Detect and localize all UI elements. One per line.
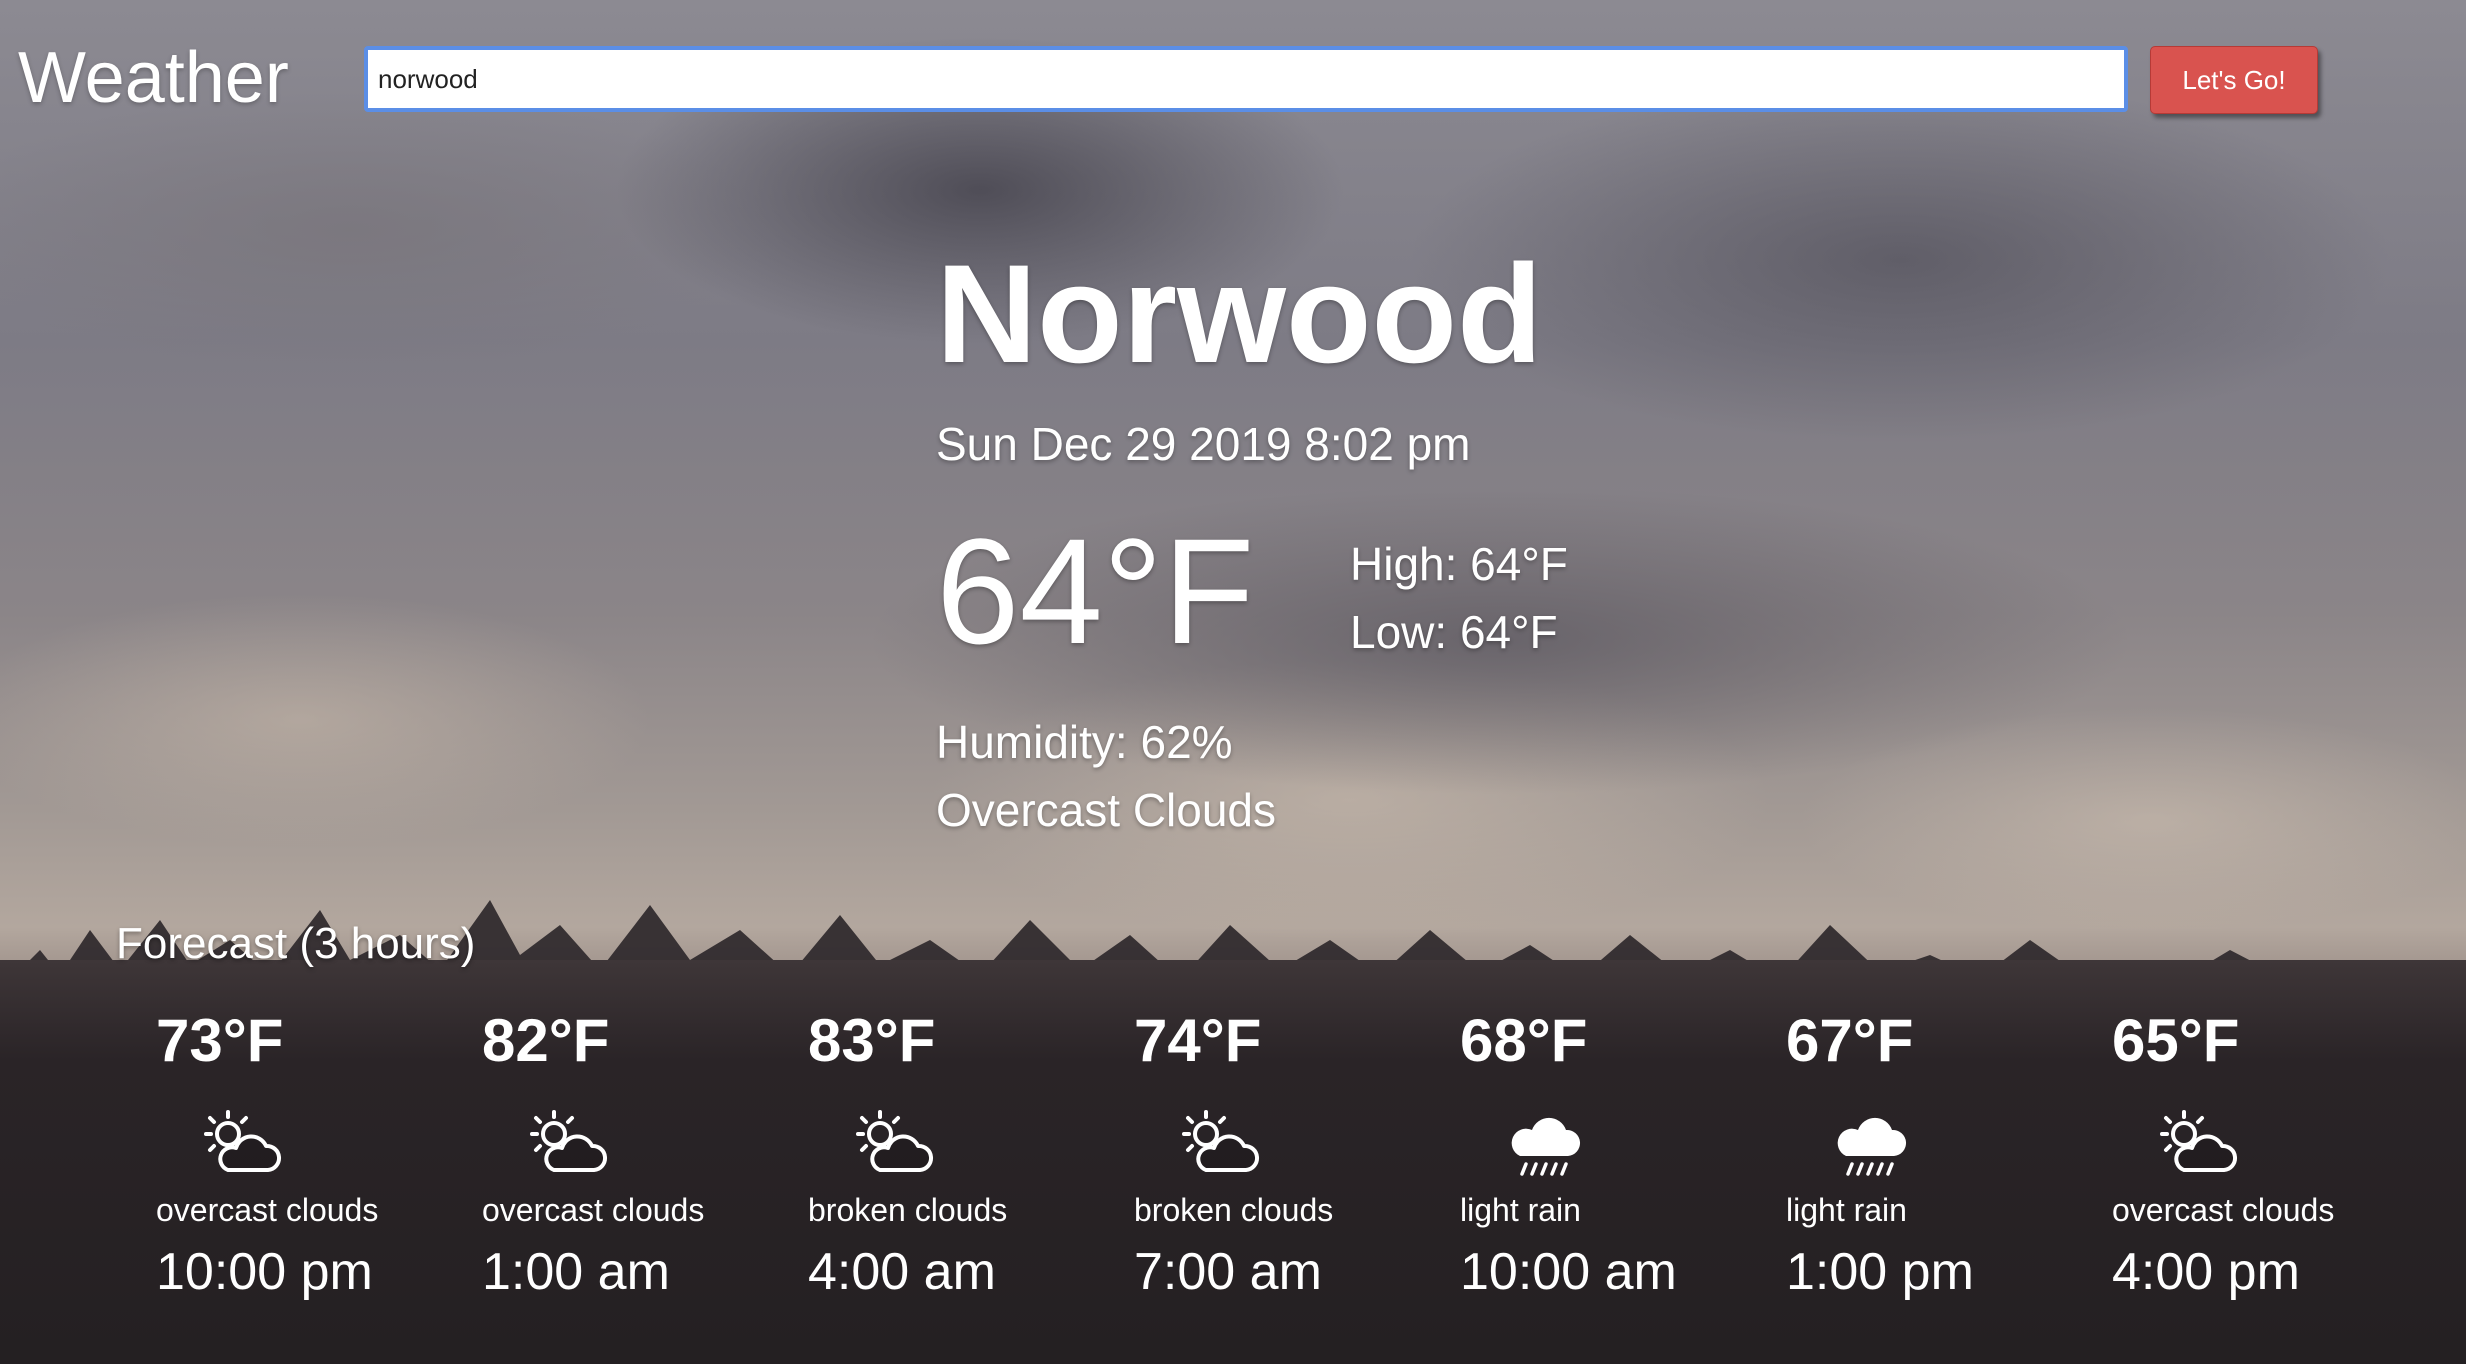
rain-cloud-icon xyxy=(1837,1117,1907,1176)
high-low-block: High: 64°F Low: 64°F xyxy=(1350,530,1568,666)
forecast-temperature: 73°F xyxy=(156,1007,284,1074)
forecast-item: 74°F broken clouds 7:00 am xyxy=(1132,1004,1432,1324)
forecast-temperature: 74°F xyxy=(1134,1007,1262,1074)
rain-cloud-icon xyxy=(1511,1117,1581,1176)
partly-cloudy-icon xyxy=(1182,1110,1259,1172)
forecast-item: 73°F overcast clouds 10:00 pm xyxy=(154,1004,454,1324)
forecast-time: 7:00 am xyxy=(1134,1243,1322,1301)
high-temperature: High: 64°F xyxy=(1350,538,1568,590)
forecast-temperature: 83°F xyxy=(808,1007,936,1074)
forecast-time: 1:00 am xyxy=(482,1243,670,1301)
forecast-description: light rain xyxy=(1460,1192,1581,1228)
forecast-description: overcast clouds xyxy=(482,1192,705,1228)
forecast-item: 83°F broken clouds 4:00 am xyxy=(806,1004,1106,1324)
condition-description: Overcast Clouds xyxy=(936,784,1277,836)
app-brand: Weather xyxy=(18,38,289,118)
humidity: Humidity: 62% xyxy=(936,716,1233,768)
forecast-description: broken clouds xyxy=(808,1192,1008,1228)
forecast-list: 73°F overcast clouds 10:00 pm 82°F overc… xyxy=(154,1004,2424,1324)
forecast-temperature: 82°F xyxy=(482,1007,610,1074)
forecast-time: 1:00 pm xyxy=(1786,1243,1974,1301)
city-search-input[interactable] xyxy=(364,46,2128,112)
search-submit-button[interactable]: Let's Go! xyxy=(2150,46,2318,114)
weather-page: Weather Let's Go! Norwood Sun Dec 29 201… xyxy=(0,0,2466,1364)
forecast-item: 65°F overcast clouds 4:00 pm xyxy=(2110,1004,2410,1324)
current-details: Humidity: 62% Overcast Clouds xyxy=(936,708,1276,844)
low-temperature: Low: 64°F xyxy=(1350,606,1558,658)
forecast-item: 67°F light rain 1:00 pm xyxy=(1784,1004,2084,1324)
current-temperature: 64°F xyxy=(936,507,1255,675)
forecast-item: 68°F light rain 10:00 am xyxy=(1458,1004,1758,1324)
partly-cloudy-icon xyxy=(2160,1110,2237,1172)
forecast-item: 82°F overcast clouds 1:00 am xyxy=(480,1004,780,1324)
forecast-time: 10:00 pm xyxy=(156,1243,373,1301)
forecast-time: 10:00 am xyxy=(1460,1243,1677,1301)
forecast-temperature: 68°F xyxy=(1460,1007,1588,1074)
forecast-time: 4:00 pm xyxy=(2112,1243,2300,1301)
forecast-description: overcast clouds xyxy=(156,1192,379,1228)
city-name: Norwood xyxy=(936,235,1543,392)
forecast-temperature: 65°F xyxy=(2112,1007,2240,1074)
partly-cloudy-icon xyxy=(530,1110,607,1172)
forecast-description: overcast clouds xyxy=(2112,1192,2335,1228)
partly-cloudy-icon xyxy=(204,1110,281,1172)
forecast-description: broken clouds xyxy=(1134,1192,1334,1228)
current-datetime: Sun Dec 29 2019 8:02 pm xyxy=(936,418,1471,470)
forecast-title: Forecast (3 hours) xyxy=(116,919,476,968)
forecast-temperature: 67°F xyxy=(1786,1007,1914,1074)
partly-cloudy-icon xyxy=(856,1110,933,1172)
forecast-description: light rain xyxy=(1786,1192,1907,1228)
forecast-time: 4:00 am xyxy=(808,1243,996,1301)
